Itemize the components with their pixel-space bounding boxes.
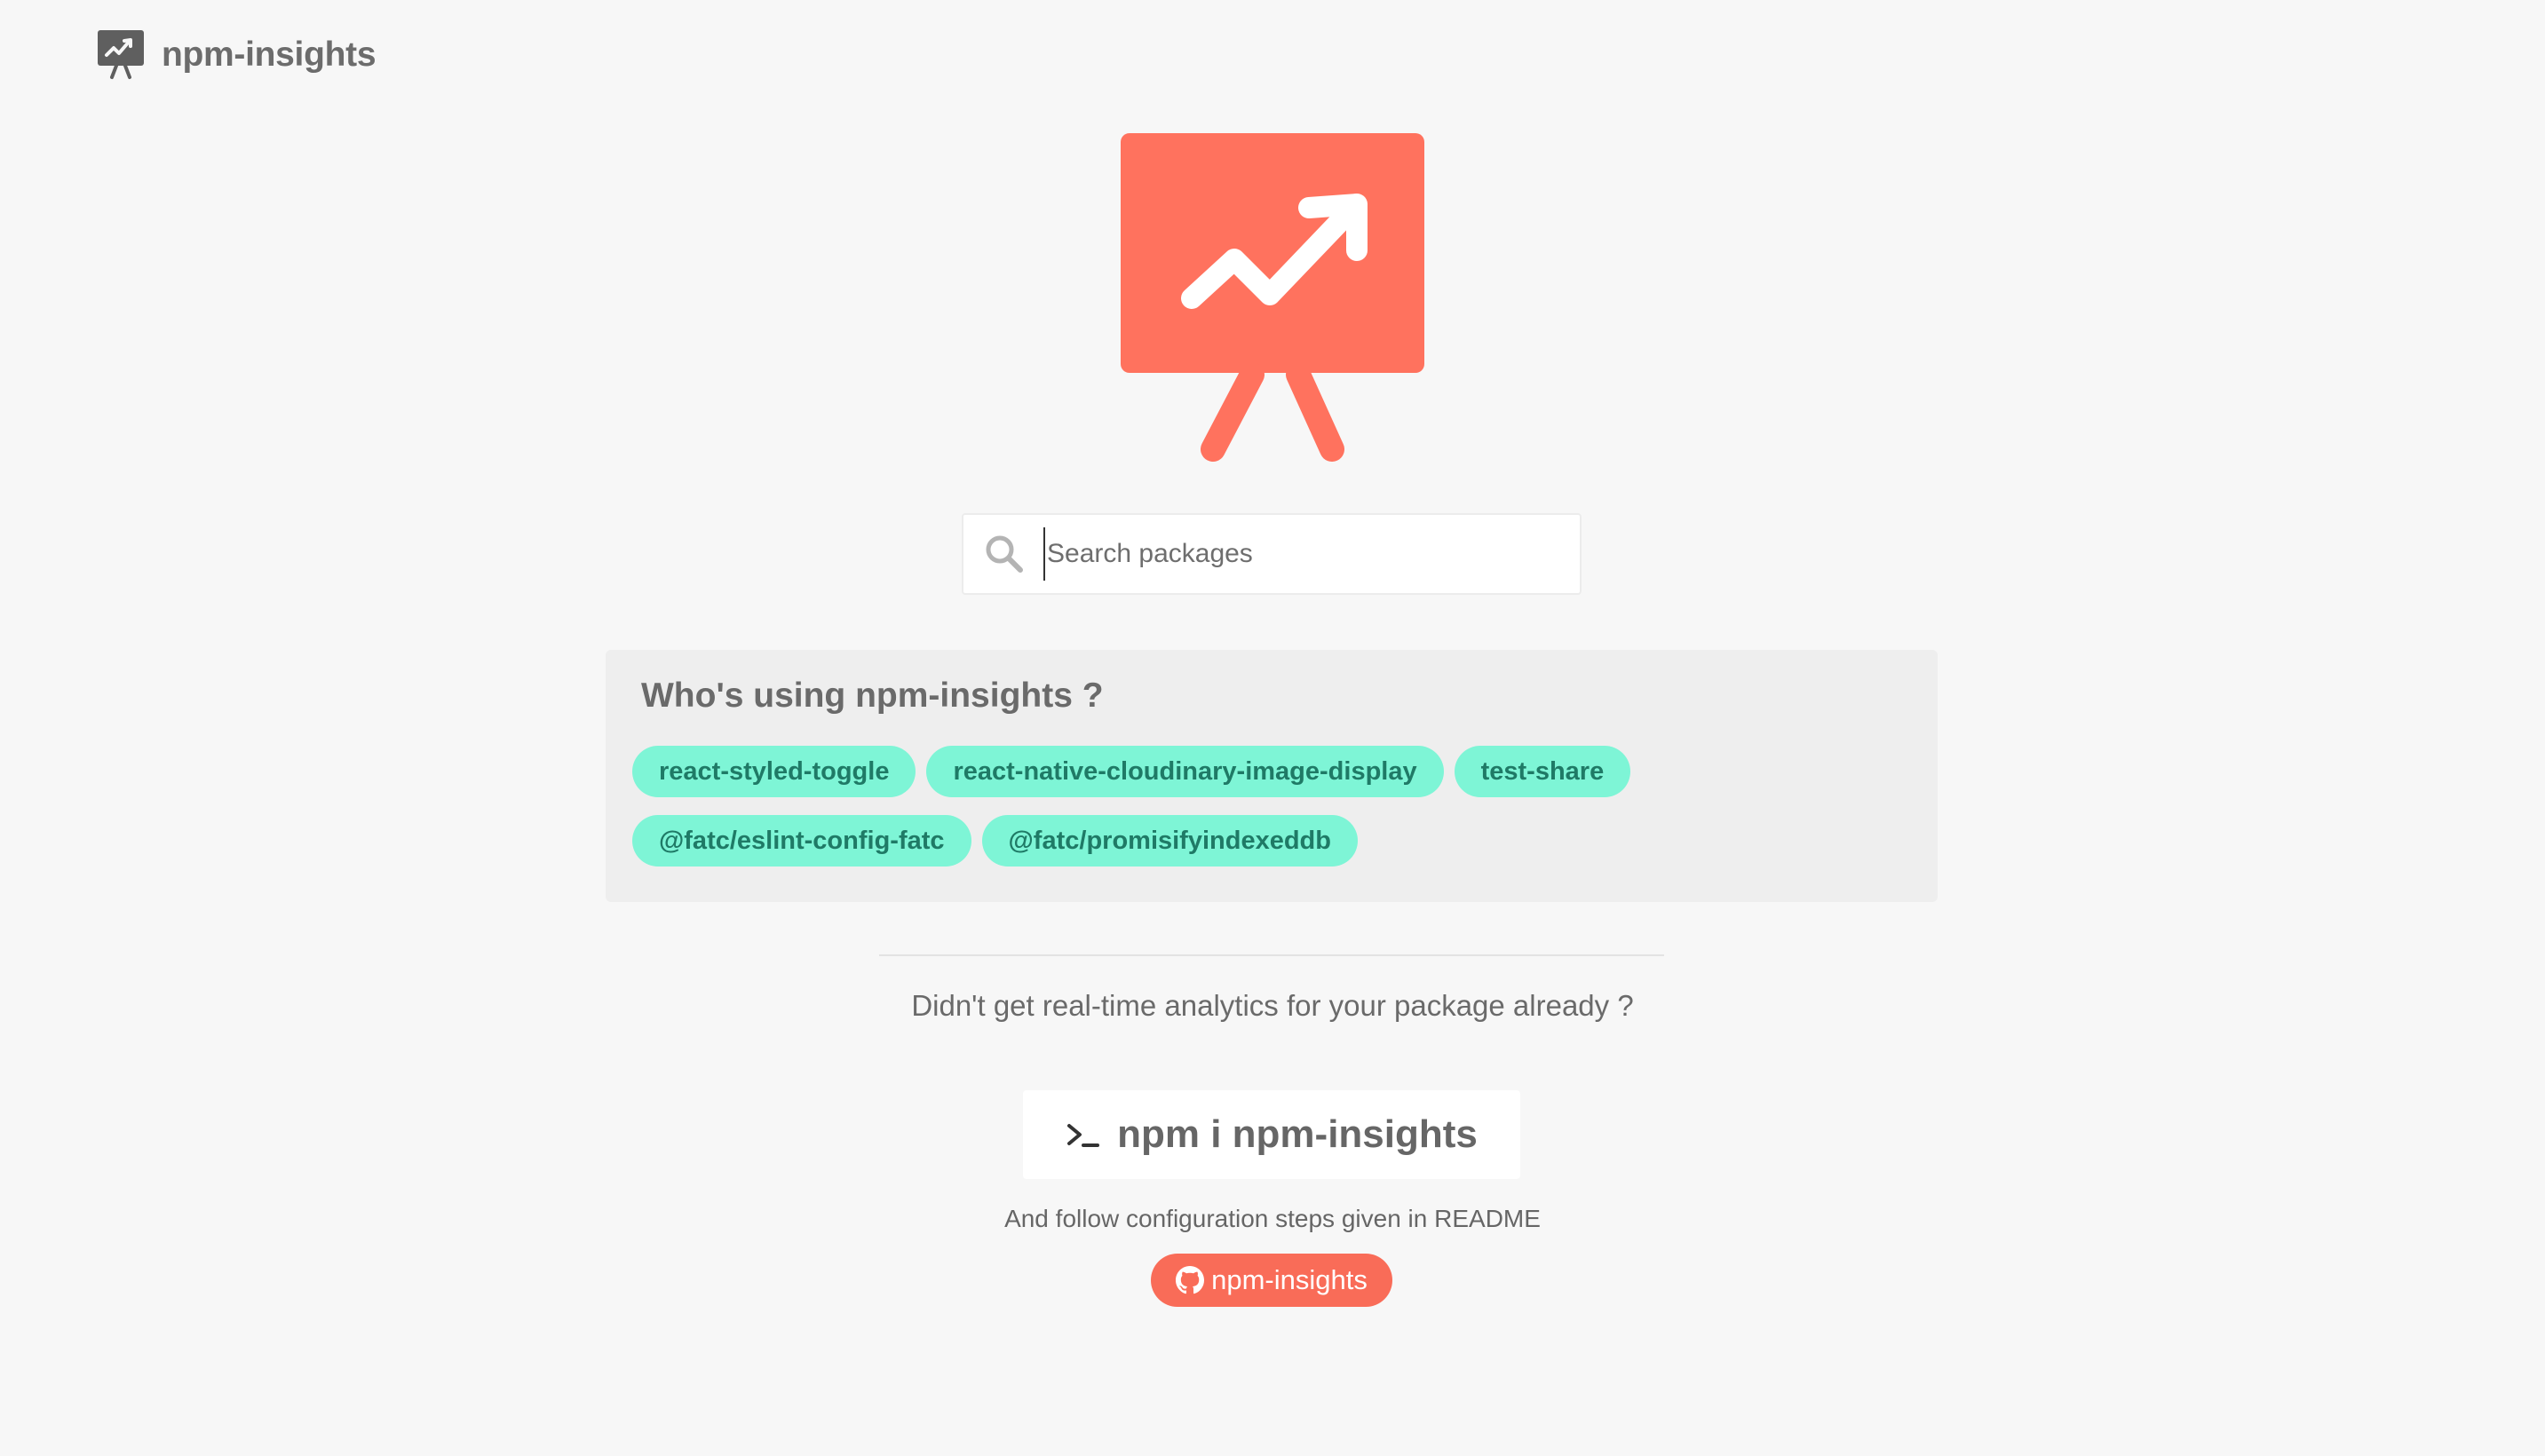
install-command[interactable]: npm i npm-insights [1117, 1112, 1478, 1157]
search-input[interactable] [1043, 527, 1562, 581]
package-chip[interactable]: react-native-cloudinary-image-display [926, 746, 1444, 797]
package-chip[interactable]: react-styled-toggle [632, 746, 916, 797]
brand-name[interactable]: npm-insights [162, 36, 377, 75]
divider [879, 954, 1664, 956]
package-chip[interactable]: @fatc/eslint-config-fatc [632, 815, 971, 866]
install-command-box[interactable]: npm i npm-insights [1023, 1090, 1520, 1179]
search-box[interactable] [962, 513, 1582, 595]
github-icon [1176, 1266, 1205, 1294]
cta-question: Didn't get real-time analytics for your … [911, 989, 1634, 1022]
follow-instructions: And follow configuration steps given in … [1004, 1205, 1541, 1232]
presentation-chart-icon[interactable] [98, 30, 144, 80]
top-bar: npm-insights [98, 30, 377, 80]
package-chip[interactable]: @fatc/promisifyindexeddb [981, 815, 1358, 866]
package-chip-row: @fatc/eslint-config-fatc @fatc/promisify… [632, 815, 1358, 866]
terminal-prompt-icon [1067, 1124, 1100, 1147]
search-icon [986, 535, 1023, 573]
package-chip-row: react-styled-toggle react-native-cloudin… [632, 746, 1631, 797]
github-button[interactable]: npm-insights [1151, 1254, 1392, 1307]
users-panel: Who's using npm-insights ? react-styled-… [606, 650, 1938, 902]
github-button-label: npm-insights [1211, 1264, 1368, 1295]
package-chip[interactable]: test-share [1454, 746, 1631, 797]
users-panel-title: Who's using npm-insights ? [641, 677, 1104, 715]
presentation-chart-icon [1121, 133, 1424, 462]
